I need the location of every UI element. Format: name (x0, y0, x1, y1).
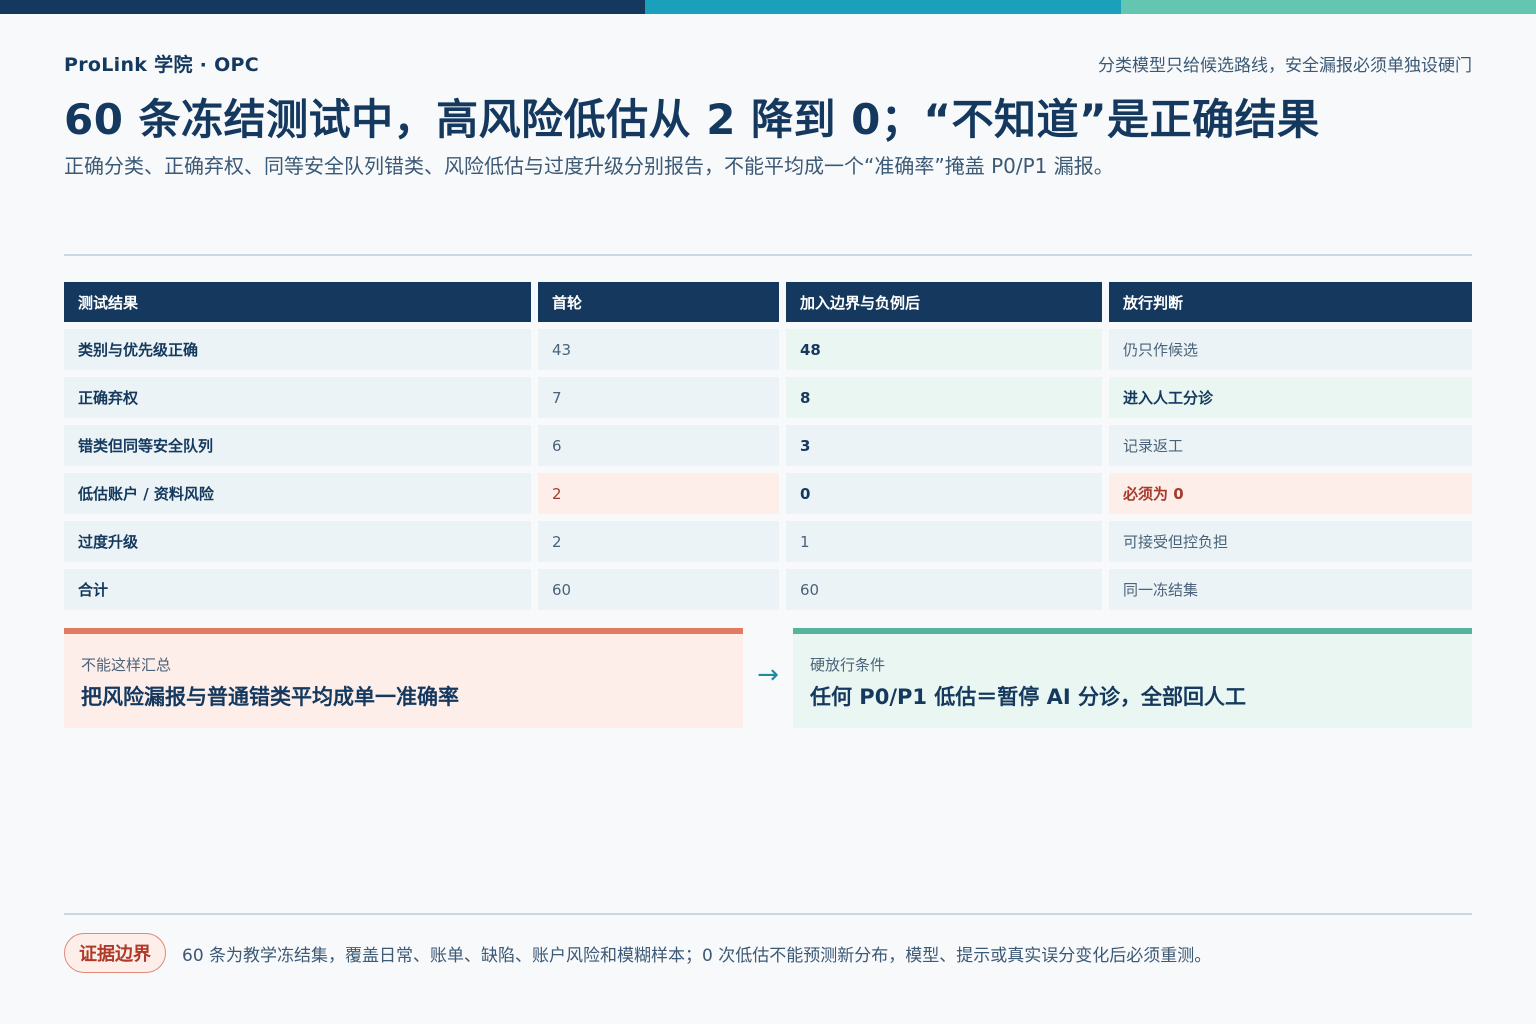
anti-pattern-kicker: 不能这样汇总 (81, 656, 172, 674)
table-row: 低估账户 / 资料风险 2 0 必须为 0 (64, 473, 1472, 514)
arrow-right-icon: → (757, 660, 779, 690)
table-row: 过度升级 2 1 可接受但控负担 (64, 521, 1472, 562)
top-bar-segment-teal (645, 0, 1121, 14)
header-cell-first-round: 首轮 (538, 282, 779, 322)
after-value: 0 (786, 473, 1102, 514)
first-round-value: 7 (538, 377, 779, 418)
first-round-value: 6 (538, 425, 779, 466)
row-label: 正确弃权 (64, 377, 531, 418)
row-label: 类别与优先级正确 (64, 329, 531, 370)
release-condition-kicker: 硬放行条件 (810, 656, 886, 674)
after-value: 8 (786, 377, 1102, 418)
anti-pattern-text: 把风险漏报与普通错类平均成单一准确率 (81, 685, 459, 709)
release-judgement: 同一冻结集 (1109, 569, 1472, 610)
evidence-boundary-badge: 证据边界 (64, 933, 166, 973)
row-label: 合计 (64, 569, 531, 610)
after-value: 48 (786, 329, 1102, 370)
table-row: 类别与优先级正确 43 48 仍只作候选 (64, 329, 1472, 370)
first-round-value: 60 (538, 569, 779, 610)
bottom-divider (64, 913, 1472, 915)
release-judgement: 必须为 0 (1109, 473, 1472, 514)
release-judgement: 可接受但控负担 (1109, 521, 1472, 562)
table-row: 合计 60 60 同一冻结集 (64, 569, 1472, 610)
header-cell-after-boundary: 加入边界与负例后 (786, 282, 1102, 322)
after-value: 1 (786, 521, 1102, 562)
after-value: 60 (786, 569, 1102, 610)
release-condition-panel: 硬放行条件 任何 P0/P1 低估＝暂停 AI 分诊，全部回人工 (793, 628, 1472, 728)
top-divider (64, 254, 1472, 256)
top-bar-segment-mint (1121, 0, 1536, 14)
header-cell-release-judgement: 放行判断 (1109, 282, 1472, 322)
row-label: 错类但同等安全队列 (64, 425, 531, 466)
tagline: 分类模型只给候选路线，安全漏报必须单独设硬门 (1098, 56, 1472, 76)
release-judgement: 仍只作候选 (1109, 329, 1472, 370)
top-color-bar (0, 0, 1536, 14)
header-cell-result: 测试结果 (64, 282, 531, 322)
page-subtitle: 正确分类、正确弃权、同等安全队列错类、风险低估与过度升级分别报告，不能平均成一个… (64, 154, 1114, 178)
after-value: 3 (786, 425, 1102, 466)
page-title: 60 条冻结测试中，高风险低估从 2 降到 0；“不知道”是正确结果 (64, 95, 1320, 144)
footer: 证据边界 60 条为教学冻结集，覆盖日常、账单、缺陷、账户风险和模糊样本；0 次… (64, 933, 1472, 973)
brand: ProLink 学院 · OPC (64, 54, 260, 76)
row-label: 过度升级 (64, 521, 531, 562)
anti-pattern-panel: 不能这样汇总 把风险漏报与普通错类平均成单一准确率 (64, 628, 743, 728)
release-condition-text: 任何 P0/P1 低估＝暂停 AI 分诊，全部回人工 (810, 685, 1246, 709)
results-table: 测试结果 首轮 加入边界与负例后 放行判断 类别与优先级正确 43 48 仍只作… (64, 282, 1472, 617)
top-bar-segment-navy (0, 0, 645, 14)
row-label: 低估账户 / 资料风险 (64, 473, 531, 514)
table-row: 错类但同等安全队列 6 3 记录返工 (64, 425, 1472, 466)
release-judgement: 进入人工分诊 (1109, 377, 1472, 418)
first-round-value: 2 (538, 473, 779, 514)
footer-note: 60 条为教学冻结集，覆盖日常、账单、缺陷、账户风险和模糊样本；0 次低估不能预… (182, 945, 1212, 966)
first-round-value: 43 (538, 329, 779, 370)
release-judgement: 记录返工 (1109, 425, 1472, 466)
first-round-value: 2 (538, 521, 779, 562)
table-row: 正确弃权 7 8 进入人工分诊 (64, 377, 1472, 418)
table-header-row: 测试结果 首轮 加入边界与负例后 放行判断 (64, 282, 1472, 322)
